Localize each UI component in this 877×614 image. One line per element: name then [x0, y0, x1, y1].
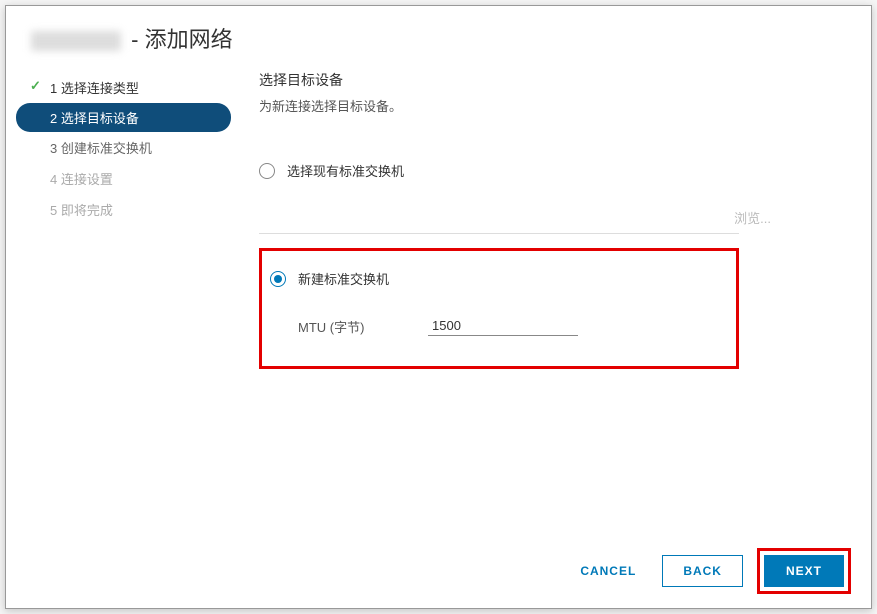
back-button[interactable]: BACK [662, 555, 743, 587]
section-desc: 为新连接选择目标设备。 [259, 96, 841, 115]
highlight-next: NEXT [757, 548, 851, 594]
cancel-button[interactable]: CANCEL [568, 556, 648, 586]
radio-existing[interactable] [259, 163, 275, 179]
divider [259, 233, 739, 234]
step-5: 5 即将完成 [16, 194, 231, 225]
radio-existing-label: 选择现有标准交换机 [287, 161, 404, 180]
mtu-field: MTU (字节) [298, 316, 716, 336]
step-3-label: 3 创建标准交换机 [50, 141, 152, 156]
step-1[interactable]: 1 选择连接类型 [16, 72, 231, 103]
browse-row: 浏览... [259, 208, 841, 227]
wizard-dialog: - 添加网络 1 选择连接类型 2 选择目标设备 3 创建标准交换机 4 连接设… [5, 5, 872, 609]
host-name-blurred [31, 31, 121, 51]
browse-button: 浏览... [734, 208, 771, 227]
dialog-body: 1 选择连接类型 2 选择目标设备 3 创建标准交换机 4 连接设置 5 即将完… [6, 64, 871, 534]
dialog-title: - 添加网络 [6, 6, 871, 64]
mtu-label: MTU (字节) [298, 317, 428, 336]
radio-new-row[interactable]: 新建标准交换机 [270, 269, 716, 288]
step-4: 4 连接设置 [16, 163, 231, 194]
step-5-label: 5 即将完成 [50, 203, 113, 218]
wizard-steps: 1 选择连接类型 2 选择目标设备 3 创建标准交换机 4 连接设置 5 即将完… [16, 64, 231, 534]
next-button[interactable]: NEXT [764, 555, 844, 587]
mtu-input[interactable] [428, 316, 578, 336]
dialog-footer: CANCEL BACK NEXT [6, 534, 871, 608]
section-title: 选择目标设备 [259, 70, 841, 90]
step-1-label: 1 选择连接类型 [50, 81, 139, 96]
step-2-label: 2 选择目标设备 [50, 111, 139, 126]
step-2[interactable]: 2 选择目标设备 [16, 103, 231, 132]
radio-existing-row[interactable]: 选择现有标准交换机 [259, 161, 841, 180]
radio-new-label: 新建标准交换机 [298, 269, 389, 288]
content-area: 选择目标设备 为新连接选择目标设备。 选择现有标准交换机 浏览... 新建标准交… [231, 64, 861, 534]
step-3: 3 创建标准交换机 [16, 132, 231, 163]
highlight-new-switch: 新建标准交换机 MTU (字节) [259, 248, 739, 369]
radio-new[interactable] [270, 271, 286, 287]
title-suffix: - 添加网络 [131, 27, 232, 52]
step-4-label: 4 连接设置 [50, 172, 113, 187]
